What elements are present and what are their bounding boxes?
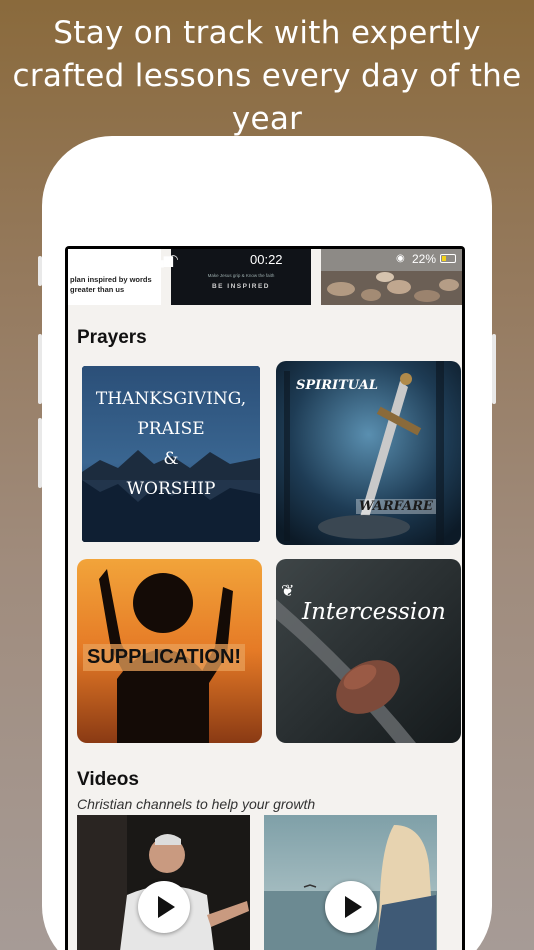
phone-screen: plan inspired by words greater than us M… [65, 246, 465, 950]
location-icon: ◉ [396, 253, 405, 264]
prayer-card-intercession[interactable]: ❦ Intercession [276, 559, 461, 743]
prayers-section-title: Prayers [77, 327, 147, 348]
video-thumbnail[interactable] [77, 815, 250, 950]
carousel-thumbnail[interactable]: Make Jesus grip & Know the faith BE INSP… [171, 249, 311, 305]
card-title: Intercession [302, 599, 446, 625]
thumbnail-text: plan inspired by words greater than us [70, 275, 152, 294]
card-title-line: WORSHIP [126, 479, 216, 499]
card-title: SUPPLICATION! [83, 644, 246, 671]
phone-side-button [492, 334, 496, 404]
phone-side-button [38, 418, 42, 488]
card-title-line: THANKSGIVING, [95, 389, 247, 409]
card-title-bottom: WARFARE [356, 499, 436, 514]
battery-icon [440, 254, 456, 263]
prayer-card-thanksgiving[interactable]: THANKSGIVING, PRAISE & WORSHIP [80, 364, 262, 544]
card-title: THANKSGIVING, PRAISE & WORSHIP [80, 384, 262, 504]
prayer-card-spiritual-warfare[interactable]: SPIRITUAL WARFARE [276, 361, 461, 545]
thumbnail-small-text: Make Jesus grip & Know the faith [207, 273, 275, 278]
thumbnail-text: BE INSPIRED [211, 283, 271, 290]
wifi-icon: ◠ [168, 252, 179, 266]
card-title-line: & [163, 449, 179, 469]
play-icon[interactable] [138, 881, 190, 933]
app-content: plan inspired by words greater than us M… [68, 249, 462, 950]
card-title-top: SPIRITUAL [296, 378, 378, 393]
battery-percentage: 22% [412, 252, 437, 266]
carrier-label: ◀ TestFlight [76, 253, 140, 267]
card-title-line: PRAISE [137, 419, 205, 439]
video-thumbnail[interactable] [264, 815, 437, 950]
videos-subtitle: Christian channels to help your growth [77, 796, 316, 812]
praying-hands-image [276, 559, 461, 743]
clock-time: 00:22 [250, 252, 283, 267]
top-carousel: plan inspired by words greater than us M… [68, 249, 462, 307]
prayer-card-supplication[interactable]: SUPPLICATION! [77, 559, 262, 743]
butterfly-icon: ❦ [281, 583, 295, 600]
phone-side-button [38, 256, 42, 286]
play-icon[interactable] [325, 881, 377, 933]
promo-headline: Stay on track with expertly crafted less… [12, 15, 522, 137]
videos-section-title: Videos [77, 769, 139, 790]
phone-side-button [38, 334, 42, 404]
